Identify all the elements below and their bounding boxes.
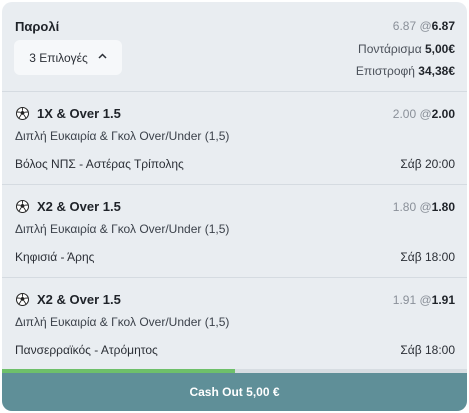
cash-out-button[interactable]: Cash Out 5,00 €	[2, 373, 467, 411]
bet-leg: X2 & Over 1.5 1.91 @1.91 Διπλή Ευκαιρία …	[2, 277, 467, 369]
total-odds: 6.87 @6.87	[393, 19, 455, 33]
bet-type-title: Παρολί	[15, 19, 60, 34]
chevron-up-icon	[98, 51, 107, 62]
leg-selection-label: 1X & Over 1.5	[37, 106, 121, 121]
leg-selection-label: X2 & Over 1.5	[37, 199, 121, 214]
leg-odds-new: 1.80	[431, 200, 455, 214]
leg-odds-old: 2.00	[392, 107, 417, 121]
selections-label: 3 Επιλογές	[29, 50, 88, 65]
leg-odds-new: 1.91	[431, 293, 455, 307]
bet-leg: 1X & Over 1.5 2.00 @2.00 Διπλή Ευκαιρία …	[2, 91, 467, 183]
leg-odds-old: 1.91	[392, 293, 417, 307]
leg-match[interactable]: Βόλος ΝΠΣ - Αστέρας Τρίπολης	[15, 157, 184, 171]
leg-selection: 1X & Over 1.5	[16, 106, 121, 121]
leg-selection: X2 & Over 1.5	[16, 292, 121, 307]
leg-match[interactable]: Πανσερραϊκός - Ατρόμητος	[15, 343, 158, 357]
stake-label: Ποντάρισμα	[358, 42, 425, 56]
bet-header: Παρολί 6.87 @6.87 3 Επιλογές Ποντάρισμα …	[2, 2, 467, 90]
bet-leg: X2 & Over 1.5 1.80 @1.80 Διπλή Ευκαιρία …	[2, 184, 467, 276]
stake-value: 5,00€	[424, 42, 455, 56]
odds-separator: @	[416, 107, 432, 121]
leg-selection-label: X2 & Over 1.5	[37, 292, 121, 307]
return-row: Επιστροφή 34,38€	[356, 64, 455, 78]
soccer-ball-icon	[16, 293, 29, 306]
soccer-ball-icon	[16, 200, 29, 213]
leg-market: Διπλή Ευκαιρία & Γκολ Over/Under (1,5)	[15, 222, 230, 236]
total-odds-new: 6.87	[431, 19, 455, 33]
leg-time: Σάβ 20:00	[400, 157, 455, 171]
selections-toggle-button[interactable]: 3 Επιλογές	[14, 40, 122, 75]
leg-odds-new: 2.00	[431, 107, 455, 121]
bet-slip-card: Παρολί 6.87 @6.87 3 Επιλογές Ποντάρισμα …	[2, 2, 467, 411]
leg-market: Διπλή Ευκαιρία & Γκολ Over/Under (1,5)	[15, 315, 230, 329]
total-odds-old: 6.87	[392, 19, 417, 33]
leg-selection: X2 & Over 1.5	[16, 199, 121, 214]
odds-separator: @	[416, 293, 432, 307]
odds-separator: @	[416, 200, 432, 214]
leg-time: Σάβ 18:00	[400, 343, 455, 357]
leg-odds: 1.80 @1.80	[393, 200, 455, 214]
leg-odds-old: 1.80	[392, 200, 417, 214]
return-value: 34,38€	[418, 64, 455, 78]
soccer-ball-icon	[16, 107, 29, 120]
leg-time: Σάβ 18:00	[400, 250, 455, 264]
leg-odds: 2.00 @2.00	[393, 107, 455, 121]
stake-row: Ποντάρισμα 5,00€	[358, 42, 455, 56]
leg-market: Διπλή Ευκαιρία & Γκολ Over/Under (1,5)	[15, 129, 230, 143]
odds-separator: @	[416, 19, 432, 33]
leg-match[interactable]: Κηφισιά - Άρης	[15, 250, 94, 264]
leg-odds: 1.91 @1.91	[393, 293, 455, 307]
return-label: Επιστροφή	[355, 64, 419, 78]
